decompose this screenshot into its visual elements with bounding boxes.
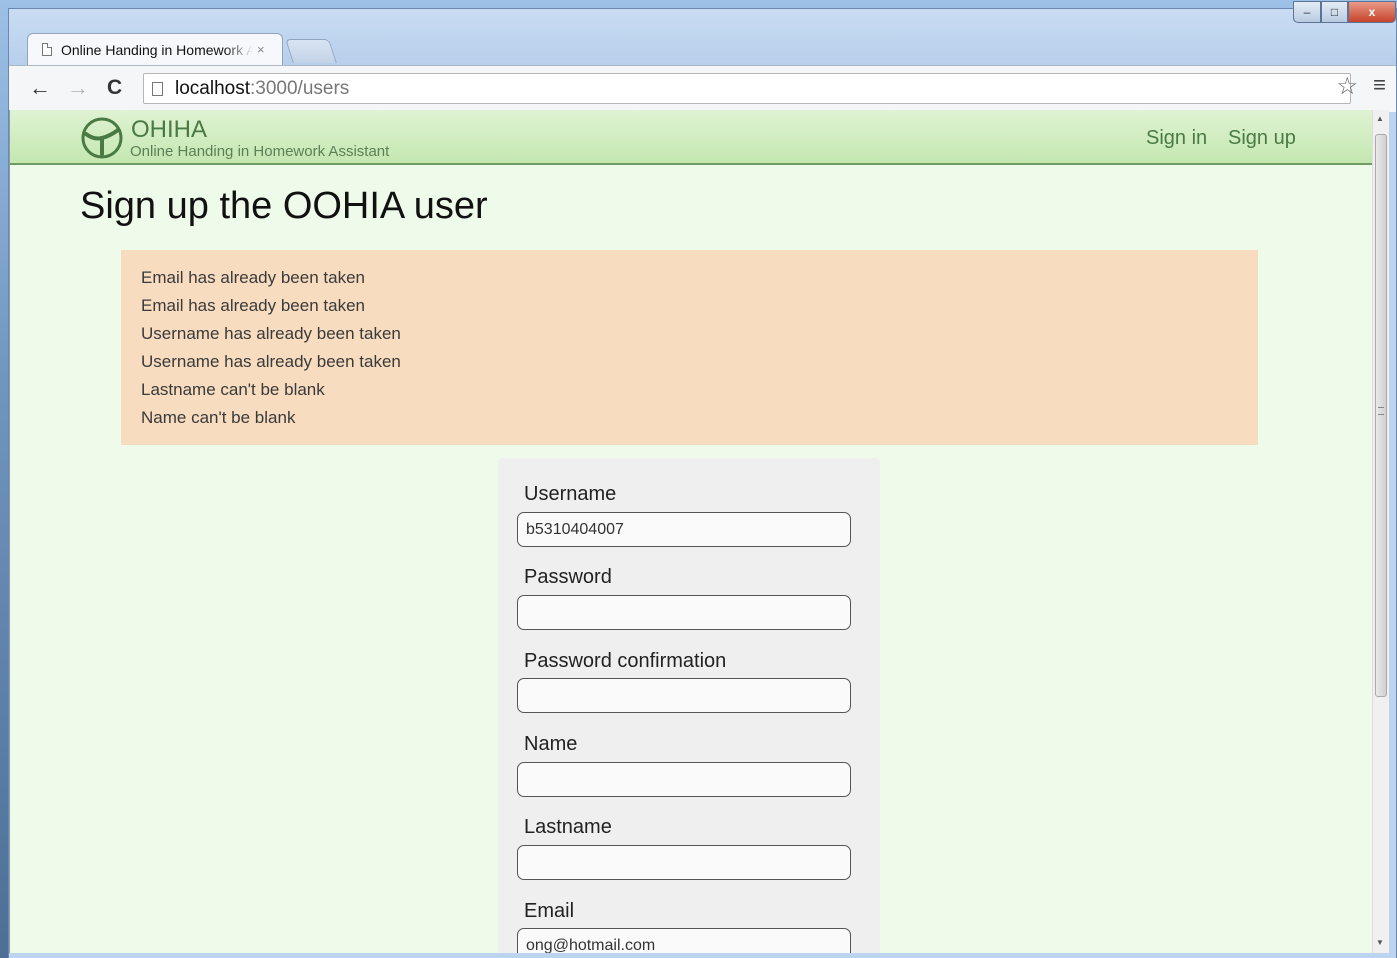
scrollbar-thumb[interactable] [1375,134,1387,697]
browser-tab[interactable]: Online Handing in Homework Assistant × [27,33,283,65]
username-input[interactable] [517,512,851,547]
name-input[interactable] [517,762,851,797]
page-icon [152,81,163,96]
error-message: Name can't be blank [141,408,296,427]
scroll-up-icon[interactable]: ▲ [1376,114,1384,123]
error-message: Email has already been taken [141,296,365,315]
error-messages: Email has already been taken Email has a… [121,250,1258,445]
email-input[interactable] [517,928,851,953]
error-message: Username has already been taken [141,352,401,371]
new-tab-button[interactable] [285,39,337,63]
lastname-input[interactable] [517,845,851,880]
forward-icon[interactable]: → [67,74,89,102]
close-window-button[interactable]: x [1348,1,1396,23]
url-host: localhost [175,77,250,99]
password-label: Password [524,566,612,588]
error-message: Lastname can't be blank [141,380,325,399]
error-message: Email has already been taken [141,268,365,287]
sign-up-link[interactable]: Sign up [1228,127,1296,150]
name-label: Name [524,733,578,755]
password-confirmation-label: Password confirmation [524,650,727,672]
window-controls: – □ x [1293,1,1396,29]
url-path: :3000/users [250,77,350,99]
maximize-button[interactable]: □ [1321,1,1348,23]
page-viewport: OHIHA Online Handing in Homework Assista… [9,110,1373,953]
lastname-label: Lastname [524,816,612,838]
signup-form: Username Password Password confirmation … [498,458,880,953]
vertical-scrollbar[interactable]: ▲ ▼ [1372,110,1389,953]
page-icon [42,43,52,56]
address-bar[interactable]: localhost:3000/users [143,73,1351,104]
reload-icon[interactable]: C [107,74,122,102]
back-icon[interactable]: ← [29,74,51,102]
bookmark-star-icon[interactable]: ☆ [1336,72,1358,101]
browser-toolbar: ← → C localhost:3000/users ☆ ≡ [9,65,1396,112]
title-bar: Online Handing in Homework Assistant × –… [9,1,1396,65]
logo-icon[interactable] [80,116,124,160]
username-label: Username [524,483,617,505]
tab-title: Online Handing in Homework Assistant [61,41,253,58]
grip-icon [1378,407,1384,415]
tab-close-icon[interactable]: × [257,42,265,57]
password-confirmation-input[interactable] [517,678,851,713]
brand-subtitle: Online Handing in Homework Assistant [130,143,390,160]
scroll-down-icon[interactable]: ▼ [1376,938,1384,947]
minimize-button[interactable]: – [1293,1,1321,23]
menu-icon[interactable]: ≡ [1373,72,1386,98]
sign-in-link[interactable]: Sign in [1146,127,1207,150]
password-input[interactable] [517,595,851,630]
page-title: Sign up the OOHIA user [80,185,488,227]
brand-name[interactable]: OHIHA [131,116,207,144]
error-message: Username has already been taken [141,324,401,343]
site-navbar: OHIHA Online Handing in Homework Assista… [10,110,1373,165]
email-label: Email [524,900,575,922]
